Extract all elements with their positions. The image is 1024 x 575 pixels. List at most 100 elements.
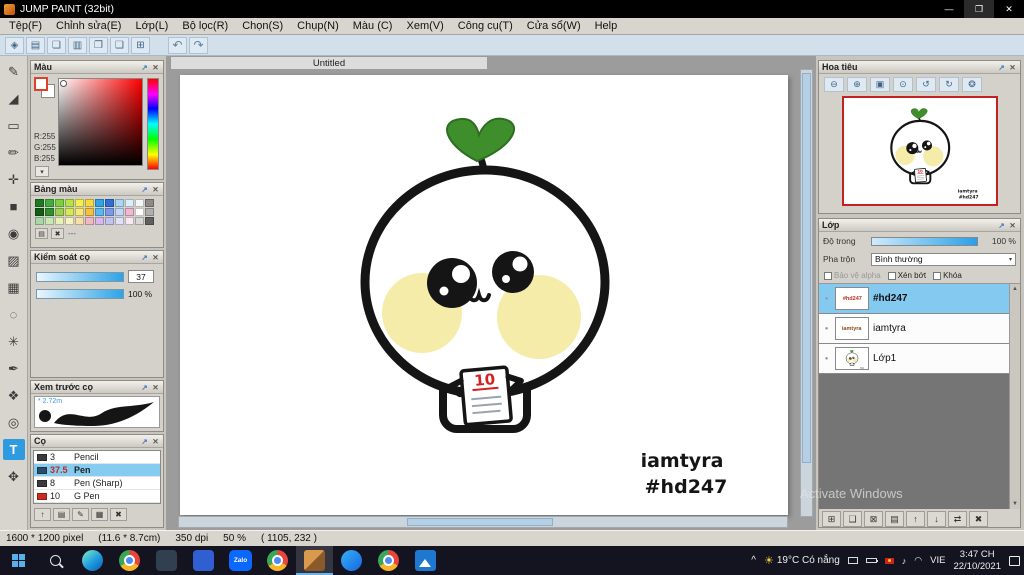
navigator-thumbnail[interactable] [841,96,998,206]
volume-icon[interactable]: ♪ [902,556,907,566]
panel-close-icon[interactable]: ✕ [1008,63,1017,72]
palette-swatch[interactable] [105,217,114,225]
action-center-icon[interactable] [1009,555,1020,566]
taskbar-app-zalo[interactable]: Zalo [222,546,259,575]
brush-item[interactable]: 10 G Pen [34,490,160,503]
move-layer-down-icon[interactable]: ↓ [927,511,946,527]
taskbar-app-photos[interactable] [407,546,444,575]
palette-swatch[interactable] [95,199,104,207]
magic-wand-tool[interactable]: ✳ [3,331,25,352]
close-button[interactable]: ✕ [994,0,1024,18]
brush-tool[interactable]: ✎ [3,61,25,82]
palette-swatch[interactable] [95,208,104,216]
layer-row-selected[interactable]: ● #hd247 #hd247 [819,284,1009,314]
maximize-button[interactable]: ❐ [964,0,994,18]
menu-item[interactable]: Tệp(F) [2,19,49,33]
alpha-protect-checkbox[interactable]: Bảo vệ alpha [824,271,881,280]
gradient-tool[interactable]: ▨ [3,250,25,271]
scrollbar-thumb[interactable] [407,518,553,526]
palette-swatch[interactable] [65,208,74,216]
scroll-down-icon[interactable]: ▼ [1012,501,1018,507]
eyedropper-icon[interactable]: ▾ [35,166,49,177]
merge-layer-icon[interactable]: ⇄ [948,511,967,527]
palette-swatch[interactable] [75,217,84,225]
brush-size-slider[interactable] [36,271,124,282]
display-icon[interactable]: ▥ [68,36,87,54]
palette-swatch[interactable] [85,208,94,216]
panel-popout-icon[interactable]: ↗ [997,63,1006,72]
panel-close-icon[interactable]: ✕ [151,185,160,194]
layer-row[interactable]: ● iamtyra iamtyra [819,314,1009,344]
palette-swatch[interactable] [35,208,44,216]
lasso-tool[interactable]: ◌ [3,304,25,325]
display-tray-icon[interactable] [847,557,858,564]
minimize-button[interactable]: — [934,0,964,18]
menu-item[interactable]: Chỉnh sửa(E) [49,19,128,33]
lock-checkbox[interactable]: Khóa [933,271,962,280]
rotate-right-icon[interactable]: ↻ [939,77,959,92]
network-icon[interactable]: ◠ [914,555,922,566]
grid-icon[interactable]: ⊞ [131,36,150,54]
brush-item[interactable]: 3 Pencil [34,451,160,464]
delete-layer-icon[interactable]: ⊠ [864,511,883,527]
clear-layer-icon[interactable]: ✖ [969,511,988,527]
palette-swatch[interactable] [145,208,154,216]
palette-swatch[interactable] [135,208,144,216]
layer-list-scrollbar[interactable]: ▲ ▼ [1009,284,1020,509]
menu-item[interactable]: Công cụ(T) [451,19,520,33]
panel-popout-icon[interactable]: ↗ [140,437,149,446]
select-tool[interactable]: ▦ [3,277,25,298]
brush-opacity-slider[interactable] [36,289,124,299]
comment-icon[interactable]: ❏ [47,36,66,54]
taskbar-search-button[interactable] [37,546,74,575]
menu-item[interactable]: Chụp(N) [290,19,346,33]
save-icon[interactable]: ▤ [26,36,45,54]
palette-swatch[interactable] [105,208,114,216]
brush-size-value[interactable]: 37 [128,270,154,283]
palette-swatch[interactable] [95,217,104,225]
brush-item-selected[interactable]: 37.5 Pen [34,464,160,477]
menu-item[interactable]: Chọn(S) [235,19,290,33]
palette-swatch[interactable] [35,217,44,225]
foreground-color-swatch[interactable] [34,77,48,91]
palette-swatch[interactable] [55,217,64,225]
palette-swatch[interactable] [65,199,74,207]
reset-view-icon[interactable]: ❂ [962,77,982,92]
panel-close-icon[interactable]: ✕ [1008,221,1017,230]
drawing-canvas[interactable] [180,75,788,515]
taskbar-app-dark[interactable] [148,546,185,575]
palette-delete-icon[interactable]: ✖ [51,228,64,239]
taskbar-app-jumppaint-active[interactable] [296,546,333,575]
palette-swatch[interactable] [125,217,134,225]
palette-swatch[interactable] [75,208,84,216]
palette-swatch[interactable] [55,208,64,216]
palette-swatch[interactable] [125,208,134,216]
zoom-actual-icon[interactable]: ⊙ [893,77,913,92]
transform-tool[interactable]: ❖ [3,385,25,406]
brush-new-icon[interactable]: ▤ [53,508,70,521]
copy-icon[interactable]: ❑ [110,36,129,54]
taskbar-app-browser3[interactable] [370,546,407,575]
clip-checkbox[interactable]: Xén bớt [887,271,926,280]
menu-item[interactable]: Help [588,19,625,33]
page-icon[interactable]: ❐ [89,36,108,54]
tray-expand-icon[interactable]: ^ [751,555,756,566]
panel-popout-icon[interactable]: ↗ [140,185,149,194]
pencil-tool[interactable]: ✏ [3,142,25,163]
document-tab[interactable]: Untitled [170,56,488,69]
scroll-up-icon[interactable]: ▲ [1012,286,1018,292]
layer-row[interactable]: ● Lớp1 [819,344,1009,374]
panel-close-icon[interactable]: ✕ [151,437,160,446]
menu-item[interactable]: Lớp(L) [128,19,175,33]
taskbar-app-messenger[interactable] [333,546,370,575]
menu-item[interactable]: Màu (C) [346,19,400,33]
shape-tool[interactable]: ▭ [3,115,25,136]
layer-visibility-icon[interactable]: ● [822,326,831,332]
move-tool[interactable]: ✛ [3,169,25,190]
palette-swatch[interactable] [45,199,54,207]
scrollbar-thumb[interactable] [802,73,811,463]
palette-swatch[interactable] [115,217,124,225]
undo-button[interactable]: ↶ [168,36,187,54]
menu-item[interactable]: Cửa sổ(W) [520,19,588,33]
layer-visibility-icon[interactable]: ● [822,296,831,302]
